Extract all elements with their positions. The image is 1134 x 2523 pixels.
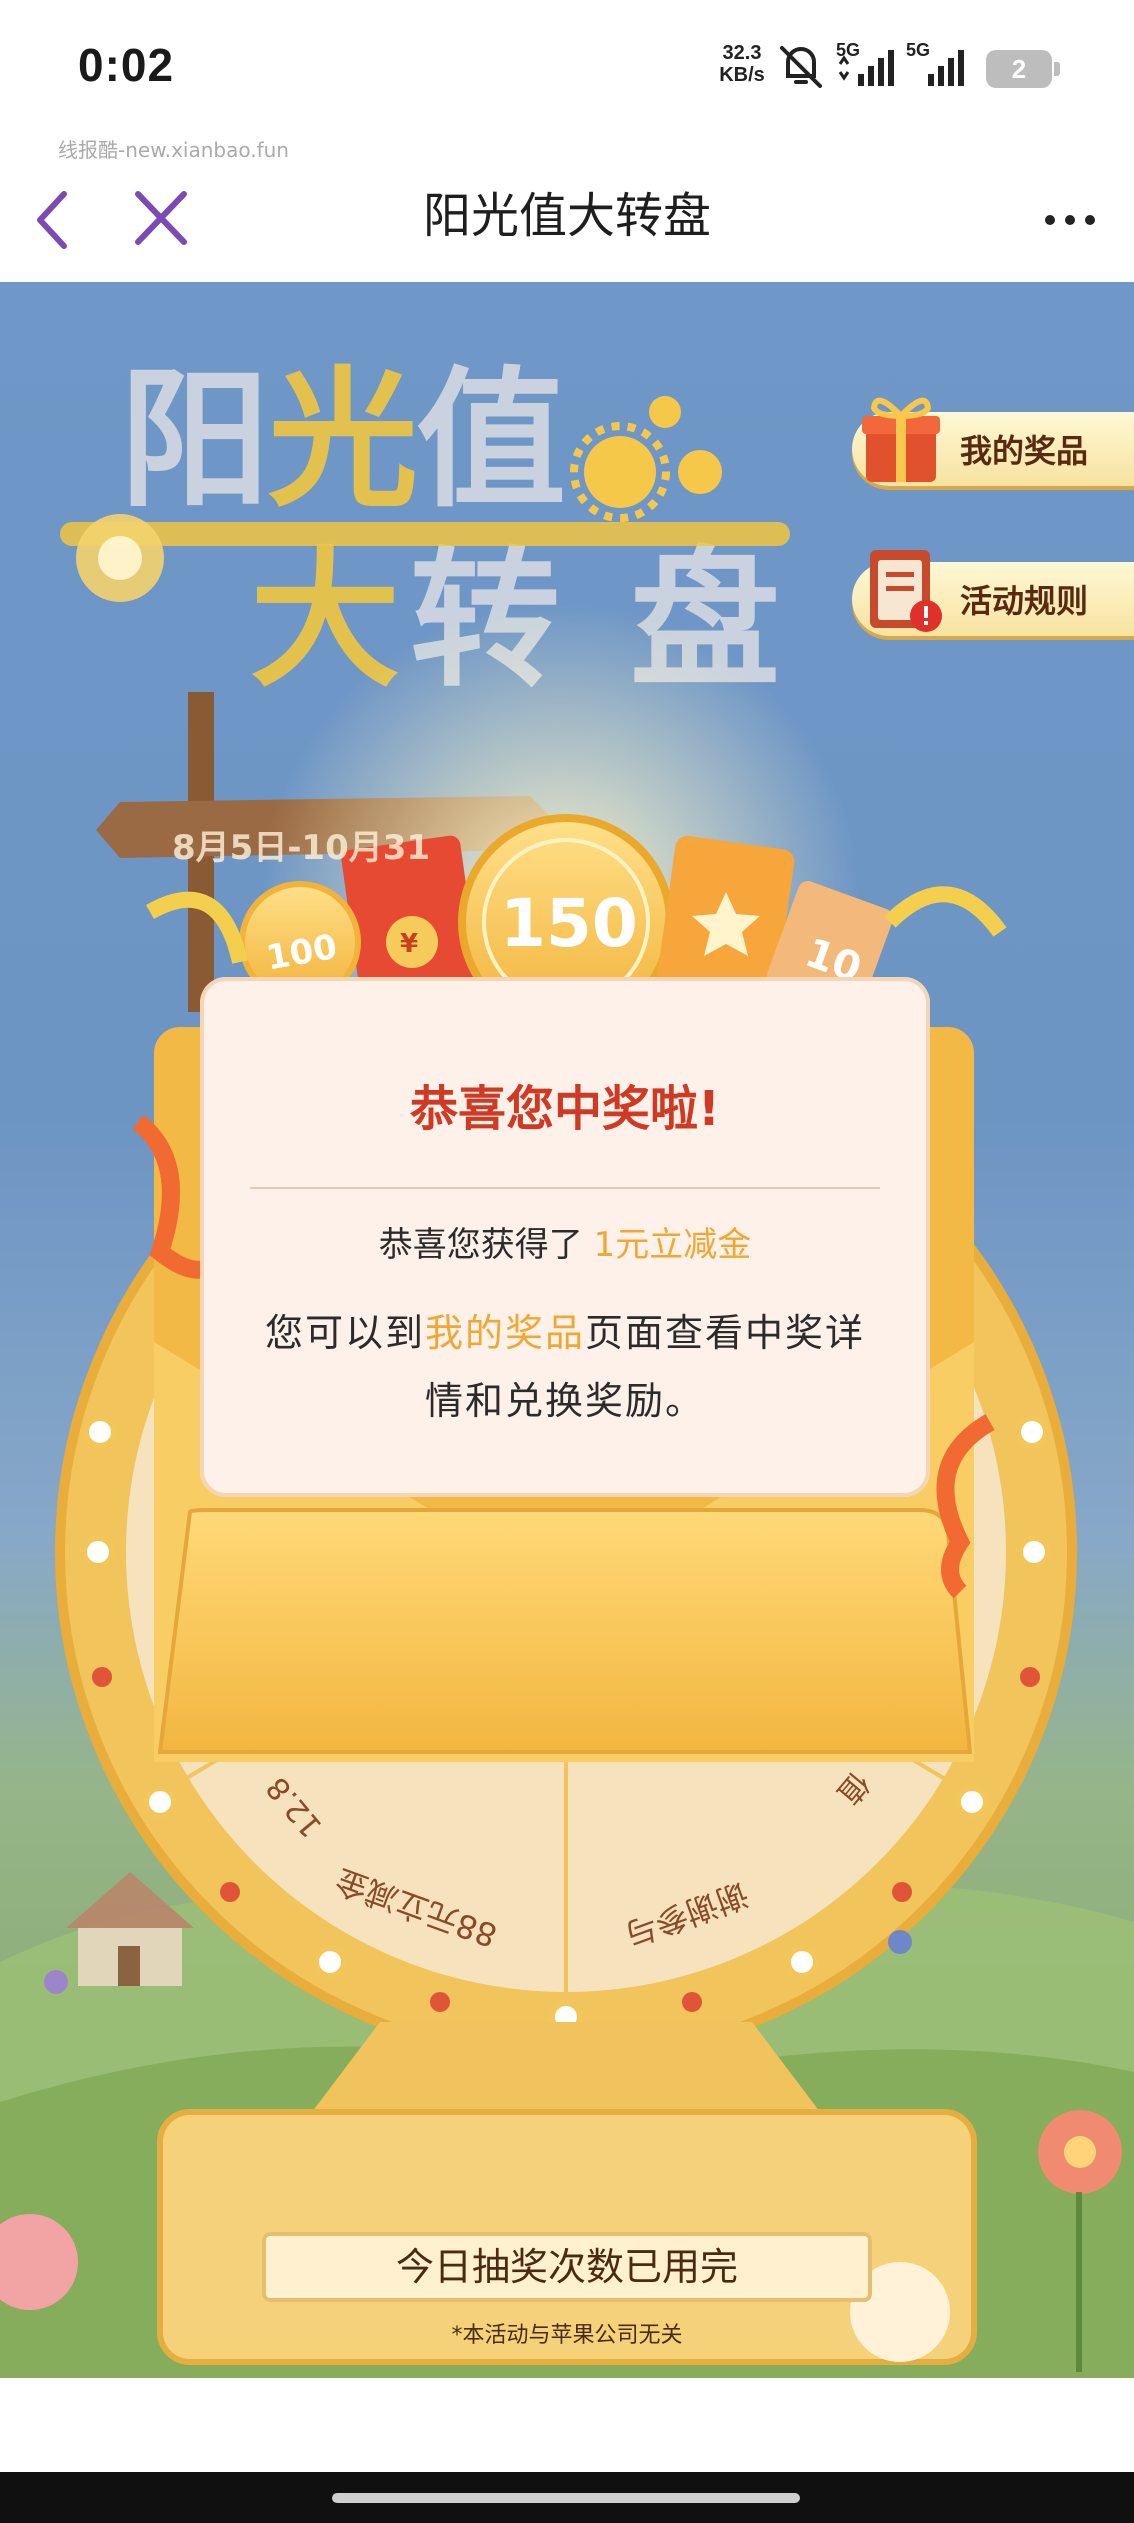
battery-icon: 2 xyxy=(986,50,1060,88)
activity-date-range: 8月5日-10月31 xyxy=(172,828,431,868)
svg-text:阳: 阳 xyxy=(120,354,270,528)
gift-box-icon xyxy=(862,397,940,482)
svg-text:光: 光 xyxy=(268,354,418,528)
my-prizes-button[interactable]: 我的奖品 xyxy=(852,397,1134,486)
activity-rules-label: 活动规则 xyxy=(960,582,1089,620)
apple-disclaimer: *本活动与苹果公司无关 xyxy=(451,2323,683,2348)
red-packet-symbol: ¥ xyxy=(400,929,418,959)
draw-quota-status: 今日抽奖次数已用完 xyxy=(262,2232,872,2302)
house-illustration xyxy=(66,1872,194,1986)
win-message-prefix: 恭喜您获得了 xyxy=(378,1225,594,1265)
net-speed-value: 32.3 xyxy=(722,42,762,64)
win-dialog-title: 恭喜您中奖啦! xyxy=(410,1081,720,1137)
svg-text:值: 值 xyxy=(416,354,566,528)
win-instructions-prefix: 您可以到 xyxy=(264,1311,425,1355)
rules-clipboard-icon xyxy=(870,550,942,632)
win-dialog: 恭喜您中奖啦! 恭喜您获得了 1元立减金 您可以到我的奖品页面查看中奖详情和兑换… xyxy=(200,977,930,1497)
lottery-page: 阳 光 值 大 转 盘 ¥ 100 xyxy=(0,282,1134,2378)
signal-1-label: 5G xyxy=(836,40,860,60)
won-prize-name: 1元立减金 xyxy=(593,1225,752,1265)
gesture-bar xyxy=(0,2472,1134,2523)
more-dots-icon[interactable] xyxy=(1040,200,1100,240)
signal-5g-icon: 5G xyxy=(836,40,894,86)
source-watermark: 线报酷-new.xianbao.fun xyxy=(58,138,289,162)
sun-icon xyxy=(570,396,722,522)
signal-5g-icon: 5G xyxy=(906,40,964,86)
win-instructions: 您可以到我的奖品页面查看中奖详情和兑换奖励。 xyxy=(252,1299,878,1435)
net-speed: 32.3 KB/s xyxy=(712,42,772,86)
win-dialog-divider xyxy=(250,1187,880,1189)
home-indicator[interactable] xyxy=(332,2493,800,2503)
battery-level: 2 xyxy=(1011,54,1027,84)
page-title: 阳光值大转盘 xyxy=(422,188,711,244)
net-speed-unit: KB/s xyxy=(719,64,765,86)
activity-rules-button[interactable]: 活动规则 xyxy=(852,550,1134,636)
my-prizes-link[interactable]: 我的奖品 xyxy=(425,1311,585,1355)
my-prizes-label: 我的奖品 xyxy=(960,432,1089,470)
status-time: 0:02 xyxy=(78,39,175,91)
status-bar: 0:02 32.3 KB/s 5G 5G 2 xyxy=(0,0,1134,130)
win-message: 恭喜您获得了 1元立减金 xyxy=(200,1217,930,1266)
coin-150-label: 150 xyxy=(500,885,638,962)
bottom-spacer xyxy=(0,2378,1134,2472)
mute-vibrate-icon xyxy=(780,46,822,88)
signal-2-label: 5G xyxy=(906,40,930,60)
